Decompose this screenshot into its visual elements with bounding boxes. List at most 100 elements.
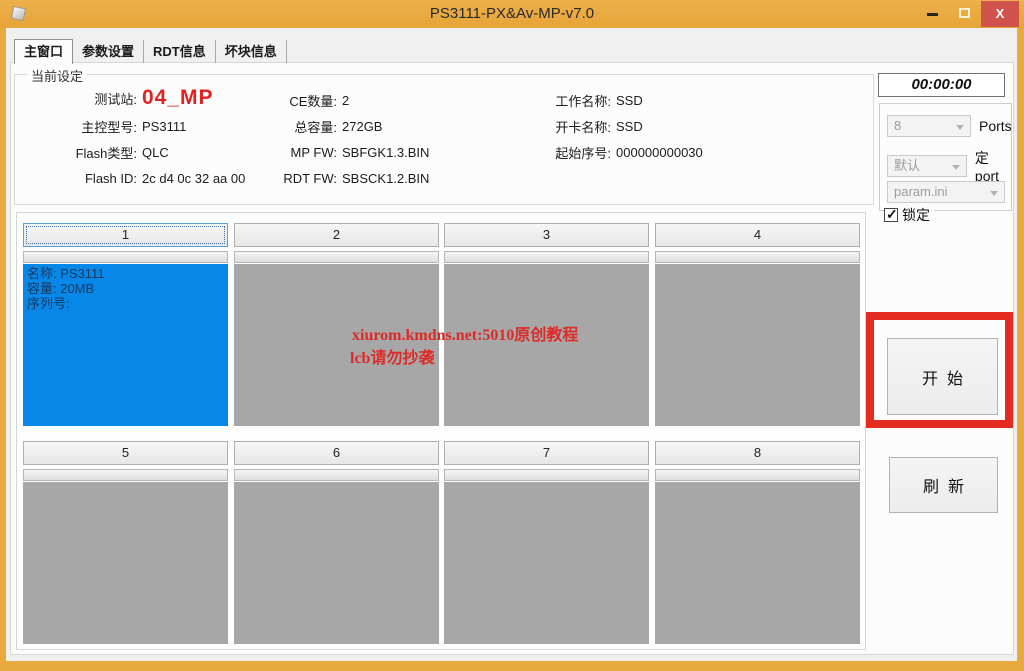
settings-column-2: CE数量: 2 总容量: 272GB MP FW: SBFGK1.3.BIN R… xyxy=(241,87,429,191)
lock-checkbox[interactable]: ✓ 锁定 xyxy=(884,204,934,226)
port-6-button[interactable]: 6 xyxy=(234,441,439,465)
setting-mp-fw: MP FW: SBFGK1.3.BIN xyxy=(241,139,429,165)
field-value: PS3111 xyxy=(142,119,186,134)
port-3-status-panel xyxy=(444,264,649,426)
title-bar: PS3111-PX&Av-MP-v7.0 X xyxy=(0,0,1024,28)
tab-bar: 主窗口 参数设置 RDT信息 坏块信息 xyxy=(14,39,287,63)
mode-select-label: 定port xyxy=(975,148,1011,184)
field-label: Flash类型: xyxy=(25,143,137,162)
window-frame-left xyxy=(0,28,6,671)
options-panel: 8 Ports 默认 定port param.ini xyxy=(879,103,1012,211)
setting-flash-id: Flash ID: 2c d4 0c 32 aa 00 xyxy=(25,165,245,191)
port-7-status-panel xyxy=(444,482,649,644)
setting-job-name: 工作名称: SSD xyxy=(493,87,703,113)
maximize-button[interactable] xyxy=(950,0,980,26)
port-5-button[interactable]: 5 xyxy=(23,441,228,465)
field-value: 000000000030 xyxy=(616,145,703,160)
setting-controller-model: 主控型号: PS3111 xyxy=(25,113,245,139)
port-4-progress-bar xyxy=(655,251,860,263)
port-5-progress-bar xyxy=(23,469,228,481)
start-button[interactable]: 开始 xyxy=(887,338,998,415)
port-8-status-panel xyxy=(655,482,860,644)
param-file-select[interactable]: param.ini xyxy=(887,181,1005,203)
port-2-progress-bar xyxy=(234,251,439,263)
param-select-row: param.ini xyxy=(887,181,1005,203)
window-frame-bottom xyxy=(0,661,1024,671)
window-frame-right xyxy=(1017,28,1024,671)
port-1-status-panel: 名称: PS3111 容量: 20MB 序列号: xyxy=(23,264,228,426)
minimize-button[interactable] xyxy=(918,0,948,26)
setting-card-name: 开卡名称: SSD xyxy=(493,113,703,139)
field-value: 272GB xyxy=(342,119,382,134)
port-8-progress-bar xyxy=(655,469,860,481)
setting-ce-count: CE数量: 2 xyxy=(241,87,429,113)
field-label: 总容量: xyxy=(241,117,337,136)
field-value: 04_MP xyxy=(142,86,214,110)
port-8-button[interactable]: 8 xyxy=(655,441,860,465)
checkbox-box: ✓ xyxy=(884,208,898,222)
minimize-icon xyxy=(927,13,938,16)
port-2-button[interactable]: 2 xyxy=(234,223,439,247)
field-label: 测试站: xyxy=(25,89,137,108)
field-label: CE数量: xyxy=(241,91,337,110)
setting-flash-type: Flash类型: QLC xyxy=(25,139,245,165)
port-3-button[interactable]: 3 xyxy=(444,223,649,247)
field-label: Flash ID: xyxy=(25,171,137,186)
elapsed-timer: 00:00:00 xyxy=(878,73,1005,97)
port-5-status-panel xyxy=(23,482,228,644)
ports-count-select[interactable]: 8 xyxy=(887,115,971,137)
setting-rdt-fw: RDT FW: SBSCK1.2.BIN xyxy=(241,165,429,191)
settings-column-3: 工作名称: SSD 开卡名称: SSD 起始序号: 000000000030 xyxy=(493,87,703,165)
select-value: 8 xyxy=(894,118,901,133)
port-7-button[interactable]: 7 xyxy=(444,441,649,465)
port-1-button[interactable]: 1 xyxy=(23,223,228,247)
refresh-button[interactable]: 刷新 xyxy=(889,457,998,513)
port-7-progress-bar xyxy=(444,469,649,481)
port-6-progress-bar xyxy=(234,469,439,481)
ports-select-label: Ports xyxy=(979,118,1012,134)
field-value: SSD xyxy=(616,119,643,134)
tab-main-window[interactable]: 主窗口 xyxy=(14,39,73,64)
chevron-down-icon xyxy=(956,125,964,130)
field-value: SBSCK1.2.BIN xyxy=(342,171,429,186)
field-value: QLC xyxy=(142,145,169,160)
setting-test-station: 测试站: 04_MP xyxy=(25,83,245,113)
field-label: RDT FW: xyxy=(241,171,337,186)
field-label: 起始序号: xyxy=(493,143,611,162)
maximize-icon xyxy=(959,8,970,18)
field-label: 开卡名称: xyxy=(493,117,611,136)
setting-start-serial: 起始序号: 000000000030 xyxy=(493,139,703,165)
field-value: SBFGK1.3.BIN xyxy=(342,145,429,160)
select-value: param.ini xyxy=(894,184,947,199)
mode-select-row: 默认 定port xyxy=(887,148,1011,184)
tab-rdt-info[interactable]: RDT信息 xyxy=(144,40,216,63)
port-4-button[interactable]: 4 xyxy=(655,223,860,247)
select-value: 默认 xyxy=(894,158,920,173)
port-mode-select[interactable]: 默认 xyxy=(887,155,967,177)
field-label: MP FW: xyxy=(241,145,337,160)
port-device-serial: 序列号: xyxy=(27,296,224,311)
setting-total-capacity: 总容量: 272GB xyxy=(241,113,429,139)
tab-parameter-settings[interactable]: 参数设置 xyxy=(73,40,144,63)
app-window: PS3111-PX&Av-MP-v7.0 X 主窗口 参数设置 RDT信息 坏块… xyxy=(0,0,1024,671)
chevron-down-icon xyxy=(990,191,998,196)
field-label: 主控型号: xyxy=(25,117,137,136)
port-3-progress-bar xyxy=(444,251,649,263)
close-button[interactable]: X xyxy=(981,1,1019,27)
window-title: PS3111-PX&Av-MP-v7.0 xyxy=(0,0,1024,28)
current-settings-group: 当前设定 测试站: 04_MP 主控型号: PS3111 Flash类型: QL… xyxy=(14,74,874,205)
field-label: 工作名称: xyxy=(493,91,611,110)
field-value: 2 xyxy=(342,93,349,108)
port-4-status-panel xyxy=(655,264,860,426)
port-device-name: 名称: PS3111 xyxy=(27,266,224,281)
close-icon: X xyxy=(996,6,1005,21)
checkmark-icon: ✓ xyxy=(886,206,898,223)
field-value: 2c d4 0c 32 aa 00 xyxy=(142,171,245,186)
ports-grid: 1 名称: PS3111 容量: 20MB 序列号: 2 3 4 5 xyxy=(16,212,866,650)
chevron-down-icon xyxy=(952,165,960,170)
watermark-line-2: lcb请勿抄袭 xyxy=(350,344,434,368)
tab-bad-block-info[interactable]: 坏块信息 xyxy=(216,40,287,63)
field-value: SSD xyxy=(616,93,643,108)
lock-checkbox-label: 锁定 xyxy=(902,205,930,225)
watermark-line-1: xiurom.kmdns.net:5010原创教程 xyxy=(352,321,578,345)
